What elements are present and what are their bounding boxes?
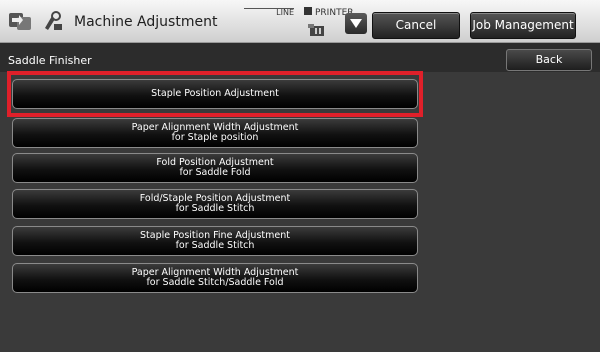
menu-item-sublabel: for Saddle Fold — [179, 167, 251, 178]
machine-adjustment-icon — [45, 11, 62, 30]
menu-item-sublabel: for Saddle Stitch/Saddle Fold — [146, 277, 284, 288]
line-indicator: LINE — [244, 8, 294, 17]
printer-icon — [308, 24, 324, 36]
section-label: Saddle Finisher — [8, 54, 92, 67]
menu-item-staple-position-fine-adjustment[interactable]: Staple Position Fine Adjustment for Saddl… — [12, 226, 418, 256]
menu-item-fold-position-adjustment[interactable]: Fold Position Adjustment for Saddle Fold — [12, 153, 418, 183]
menu-item-sublabel: for Saddle Stitch — [175, 203, 255, 214]
cancel-button[interactable]: Cancel — [372, 12, 460, 39]
job-management-button[interactable]: Job Management — [470, 12, 576, 39]
menu-item-sublabel: for Saddle Stitch — [175, 240, 255, 251]
mode-switch-icon[interactable] — [8, 10, 34, 32]
back-button[interactable]: Back — [506, 49, 592, 71]
chevron-down-icon — [350, 19, 362, 28]
top-bar: Machine Adjustment LINE PRINTER Cancel J… — [0, 0, 600, 43]
menu-item-fold-staple-position-adjustment[interactable]: Fold/Staple Position Adjustment for Saddl… — [12, 189, 418, 219]
printer-status-square-icon — [304, 7, 312, 15]
selection-highlight — [7, 71, 423, 117]
menu-item-paper-alignment-width-staple[interactable]: Paper Alignment Width Adjustment for Stap… — [12, 118, 418, 148]
menu-item-sublabel: for Staple position — [171, 132, 259, 143]
page-title: Machine Adjustment — [74, 14, 218, 30]
menu-item-paper-alignment-width-saddle[interactable]: Paper Alignment Width Adjustment for Sadd… — [12, 263, 418, 293]
dropdown-button[interactable] — [345, 13, 367, 34]
